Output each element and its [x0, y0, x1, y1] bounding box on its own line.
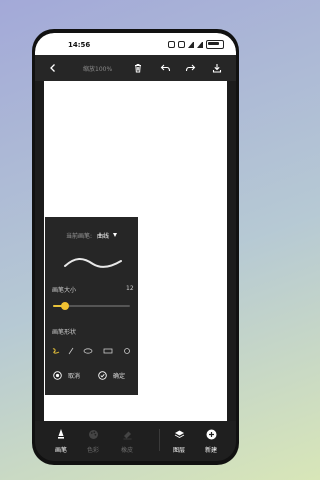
- wifi-icon: [188, 41, 194, 48]
- color-tab-label: 色彩: [86, 447, 99, 454]
- dropdown-caret-icon[interactable]: [113, 233, 117, 237]
- shape-ellipse-icon[interactable]: [82, 347, 94, 355]
- status-time: 14:56: [68, 41, 91, 49]
- brush-icon: [47, 427, 75, 441]
- current-brush-value[interactable]: 曲线: [97, 231, 109, 240]
- undo-icon[interactable]: [157, 60, 173, 76]
- shape-freehand-icon[interactable]: [50, 347, 62, 355]
- cancel-button[interactable]: 取消: [53, 369, 80, 381]
- brush-tab[interactable]: 画笔: [47, 427, 75, 454]
- color-tab[interactable]: 色彩: [79, 427, 107, 454]
- confirm-button[interactable]: 确定: [98, 369, 125, 381]
- brush-size-slider-handle[interactable]: [61, 302, 70, 310]
- eraser-tab-label: 橡皮: [120, 447, 133, 454]
- shape-rectangle-icon[interactable]: [102, 347, 114, 355]
- brush-shape-label: 画笔形状: [52, 329, 77, 336]
- zoom-level: 缩放100%: [83, 66, 113, 73]
- trash-icon[interactable]: [130, 60, 146, 76]
- brush-size-value: 12: [126, 285, 134, 292]
- brush-size-label: 画笔大小: [52, 287, 77, 294]
- toolbar-divider: [159, 429, 160, 451]
- status-bar: 14:56: [35, 33, 236, 55]
- new-tab-label: 新建: [204, 447, 217, 454]
- top-toolbar: 缩放100%: [35, 55, 236, 81]
- brush-size-slider[interactable]: [53, 302, 130, 310]
- check-circle-icon: [98, 370, 107, 380]
- new-tab[interactable]: 新建: [197, 427, 225, 454]
- alarm-icon: [178, 41, 185, 48]
- back-icon[interactable]: [45, 60, 61, 76]
- layers-tab[interactable]: 图层: [165, 427, 193, 454]
- eraser-icon: [113, 427, 141, 441]
- cancel-label: 取消: [68, 372, 81, 380]
- brush-tab-label: 画笔: [54, 447, 67, 454]
- brush-settings-panel: 当前画笔: 曲线 画笔大小 12 画笔形状 取消 确定: [45, 217, 138, 395]
- layers-icon: [165, 427, 193, 441]
- redo-icon[interactable]: [182, 60, 198, 76]
- download-icon[interactable]: [209, 60, 225, 76]
- confirm-label: 确定: [113, 372, 126, 380]
- plus-circle-icon: [197, 427, 225, 441]
- layers-tab-label: 图层: [172, 447, 185, 454]
- app-screen: 14:56 缩放100% 当前画笔: 曲线 画笔大小 12 画笔形状 取消 确定…: [35, 33, 236, 461]
- phone-frame: 14:56 缩放100% 当前画笔: 曲线 画笔大小 12 画笔形状 取消 确定…: [32, 29, 239, 465]
- shape-circle-icon[interactable]: [121, 347, 133, 355]
- shape-line-icon[interactable]: [65, 347, 77, 355]
- signal-icon: [197, 41, 203, 48]
- eraser-tab[interactable]: 橡皮: [113, 427, 141, 454]
- bottom-toolbar: 画笔 色彩 橡皮 图层 新建: [35, 421, 236, 461]
- current-brush-label: 当前画笔:: [66, 233, 93, 240]
- cancel-circle-icon: [53, 370, 62, 380]
- battery-icon: [206, 40, 224, 49]
- brush-preview-stroke: [64, 258, 122, 268]
- palette-icon: [79, 427, 107, 441]
- notification-icon: [168, 41, 175, 48]
- status-icons: [168, 40, 224, 49]
